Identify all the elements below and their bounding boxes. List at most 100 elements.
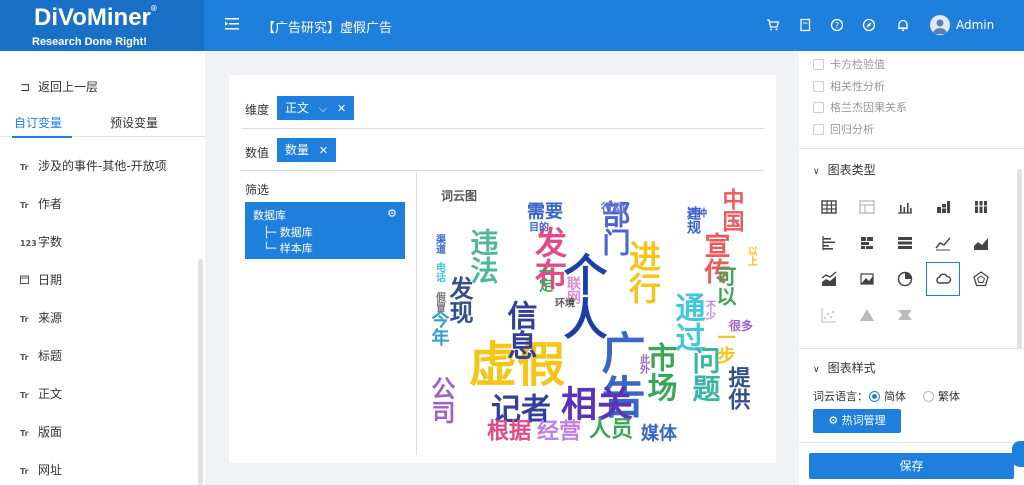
menu-toggle-icon[interactable] [224,16,240,32]
bar-chart-icon[interactable] [889,191,921,223]
panel-scrollbar[interactable] [1017,169,1022,349]
radio-traditional[interactable]: 繁体 [923,388,960,404]
variable-label: 来源 [38,311,63,325]
bell-icon[interactable] [896,18,910,32]
save-button[interactable]: 保存 [809,453,1014,479]
sidebar-scrollbar[interactable] [198,259,203,485]
word-cloud: 词云图 虚假个人广告相关记者发布 进行市场信息违法通过问题宣传部门发现公司根据 经营… [429,188,758,445]
logo[interactable]: DiVoMiner® Research Done Right! [0,0,204,51]
tab-preset-variables[interactable]: 预设变量 [110,114,158,131]
divider [799,348,1024,349]
filter-root[interactable]: 数据库 [253,207,286,223]
filter-tree[interactable]: 数据库 ⚙ ├─ 数据库 └─ 样本库 [245,202,405,259]
heatmap-icon[interactable] [851,263,883,295]
variable-item[interactable]: Tr 涉及的事件-其他-开放项 [20,157,167,174]
area-chart-icon[interactable] [965,227,997,259]
filter-child-sample[interactable]: └─ 样本库 [263,240,313,256]
filter-child-database[interactable]: ├─ 数据库 [263,224,313,240]
correlation-option[interactable]: 相关性分析 [813,78,885,94]
funnel-icon [898,310,912,320]
heatmap-icon [860,273,874,285]
line-chart-icon[interactable] [927,227,959,259]
variable-label: 标题 [38,349,63,363]
user-name[interactable]: Admin [956,18,994,32]
checkbox[interactable] [813,59,824,70]
chevron-down-icon[interactable]: ⌵ [319,102,327,115]
value-chip[interactable]: 数量 ✕ [277,138,337,162]
variable-label: 版面 [38,425,63,439]
horizontal-bar-icon[interactable] [813,227,845,259]
list-bar-icon[interactable] [889,227,921,259]
close-icon[interactable]: ✕ [337,102,346,115]
cloud-word: 电话 [434,261,446,283]
document-icon[interactable] [798,18,812,32]
variable-item[interactable]: Tr 作者 [20,195,62,212]
compass-icon[interactable] [862,18,876,32]
text-type-icon: Tr [20,201,29,210]
user-avatar[interactable] [930,15,950,35]
section-label: 图表类型 [827,163,876,177]
list-bar-icon [898,237,912,249]
pivot-icon[interactable] [851,191,883,223]
variable-item[interactable]: Tr 正文 [20,385,62,402]
column-icon[interactable] [965,191,997,223]
cloud-word: 目的 [529,221,549,234]
cloud-word: 中国 [719,188,744,233]
help-icon[interactable]: ? [830,18,844,32]
cloud-word: 渠道 [434,233,447,255]
scatter-icon[interactable] [813,299,845,331]
cloud-word: 根据 [487,420,531,445]
cart-icon[interactable] [766,18,780,32]
funnel-icon[interactable] [889,299,921,331]
cloud-word: 很多 [728,318,753,333]
variable-sidebar: ⊐ 返回上一层 自订变量 预设变量 Tr 涉及的事件-其他-开放项 Tr 作者 123… [0,51,205,485]
stacked-horizontal-icon[interactable] [851,227,883,259]
cloud-word: 公司 [429,376,455,424]
radio-simplified[interactable]: 简体 [869,388,906,404]
panel-collapse-handle[interactable] [1012,441,1024,467]
radar-chart-icon[interactable] [965,263,997,295]
dimension-label: 维度 [245,103,270,117]
cloud-word: 假冒 [434,291,446,313]
option-label: 格兰杰因果关系 [830,101,907,114]
variable-item[interactable]: Tr 标题 [20,347,62,364]
checkbox[interactable] [813,81,824,92]
variable-item[interactable]: 日期 [20,271,62,288]
table-icon[interactable] [813,191,845,223]
chart-type-title[interactable]: ∨ 图表类型 [813,161,876,178]
chart-style-title[interactable]: ∨ 图表样式 [813,359,876,376]
chi-square-option[interactable]: 卡方检验值 [813,56,885,72]
word-cloud-icon[interactable] [926,262,960,296]
radar-chart-icon [973,271,989,287]
gear-icon[interactable]: ⚙ [387,207,397,220]
stacked-bar-icon [937,201,950,213]
triangle-icon[interactable] [851,299,883,331]
hotword-manage-button[interactable]: ⚙ 热词管理 [813,409,901,433]
pie-chart-icon[interactable] [889,263,921,295]
dimension-chip[interactable]: 正文 ⌵ ✕ [277,96,355,120]
variable-item[interactable]: Tr 版面 [20,423,62,440]
text-type-icon: Tr [20,163,29,172]
granger-option[interactable]: 格兰杰因果关系 [813,99,907,115]
close-icon[interactable]: ✕ [319,144,328,157]
text-type-icon: Tr [20,315,29,324]
variable-item[interactable]: Tr 网址 [20,461,62,478]
cloud-word: 经营 [537,419,581,445]
column-icon [975,201,987,213]
page-title: 【广告研究】虚假广告 [262,21,393,36]
tab-custom-variables[interactable]: 自订变量 [14,114,62,131]
regression-option[interactable]: 回归分析 [813,121,874,137]
combo-chart-icon[interactable] [813,263,845,295]
divider [241,128,764,129]
checkbox[interactable] [813,102,824,113]
variable-label: 字数 [38,235,63,249]
variable-item[interactable]: Tr 来源 [20,309,62,326]
divider [799,442,1024,443]
triangle-icon [860,309,874,321]
checkbox[interactable] [813,124,824,135]
back-link[interactable]: ⊐ 返回上一层 [20,78,98,95]
word-cloud-icon [936,273,952,284]
cloud-word: 媒体 [641,422,678,444]
stacked-bar-icon[interactable] [927,191,959,223]
variable-item[interactable]: 123字数 [20,233,62,250]
